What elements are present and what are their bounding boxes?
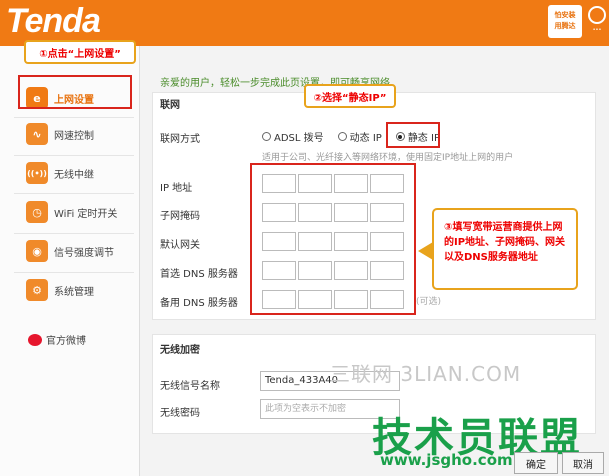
optional-note: (可选) [416,297,442,307]
speed-icon: ∿ [26,123,48,145]
step3-arrow [418,242,433,260]
weibo-label: 官方微博 [46,336,86,347]
relay-icon: ((•)) [26,162,48,184]
sidebar-item-wifi-timer[interactable]: ◷ WiFi 定时开关 [0,196,140,228]
radio-adsl[interactable]: ADSL 拨号 [262,129,324,144]
app-logo-icon: ••• [586,4,608,38]
step3-callout: ③填写宽带运营商提供上网的IP地址、子网掩码、网关以及DNS服务器地址 [432,208,578,290]
sidebar-item-label: 网速控制 [54,130,94,142]
step2-callout: ②选择“静态IP” [304,84,396,108]
app-badge-line2: 用腾达 [554,21,576,30]
sidebar-item-system-management[interactable]: ⚙ 系统管理 [0,274,140,306]
sidebar-item-label: 无线中继 [54,169,94,181]
secondary-dns-label: 备用 DNS 服务器 [160,298,238,309]
gateway-label: 默认网关 [160,240,200,251]
step2-highlight [386,122,440,148]
ok-button[interactable]: 确定 [514,452,558,474]
sidebar-item-label: 系统管理 [54,286,94,298]
signal-icon: ◉ [26,240,48,262]
ip-address-label: IP 地址 [160,183,193,194]
app-badge[interactable]: 怕安装 用腾达 [548,5,582,38]
static-ip-hint: 适用于公司、光纤接入等网络环境，使用固定IP地址上网的用户 [262,153,514,163]
connection-mode-label: 联网方式 [160,134,200,145]
sidebar-item-wireless-relay[interactable]: ((•)) 无线中继 [0,157,140,189]
radio-dynamic-label: 动态 IP [349,133,382,144]
radio-dynamic-ip[interactable]: 动态 IP [337,129,382,144]
app-badge-line1: 怕安装 [554,11,576,19]
timer-icon: ◷ [26,201,48,223]
step3-highlight [250,163,416,315]
wifi-password-label: 无线密码 [160,408,200,419]
wireless-section-title: 无线加密 [160,345,200,356]
watermark-3lian: 三联网 3LIAN.COM [330,362,522,386]
sidebar-item-label: WiFi 定时开关 [54,208,118,220]
sidebar-item-label: 信号强度调节 [54,247,114,259]
settings-icon: ⚙ [26,279,48,301]
cancel-button[interactable]: 取消 [562,452,604,474]
subnet-mask-label: 子网掩码 [160,211,200,222]
radio-adsl-label: ADSL 拨号 [274,133,324,144]
ssid-label: 无线信号名称 [160,381,220,392]
sidebar-item-speed-control[interactable]: ∿ 网速控制 [0,118,140,150]
step1-highlight [18,75,132,109]
radio-dynamic-circle[interactable] [337,132,347,141]
sidebar-item-signal-strength[interactable]: ◉ 信号强度调节 [0,235,140,267]
tenda-logo: Tenda [6,2,101,40]
radio-adsl-circle[interactable] [262,132,271,141]
watermark-jsgho: www.jsgho.com [380,451,513,469]
network-section-title: 联网 [160,100,180,111]
sidebar: e 上网设置 ∿ 网速控制 ((•)) 无线中继 ◷ WiFi 定时开关 ◉ 信… [0,46,140,476]
weibo-link[interactable]: 官方微博 [28,332,86,347]
step1-callout: ①点击“上网设置” [24,40,136,64]
primary-dns-label: 首选 DNS 服务器 [160,269,238,280]
weibo-icon [28,333,42,346]
